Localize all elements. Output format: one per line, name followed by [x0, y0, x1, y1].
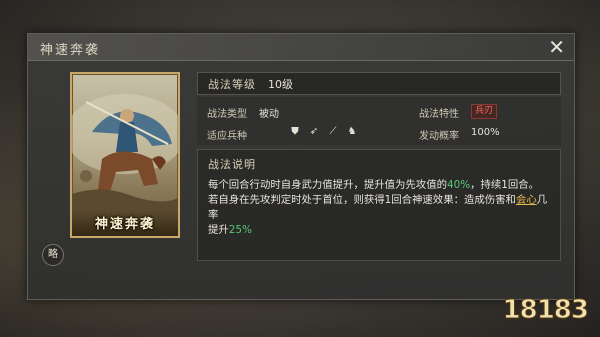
- spear-icon: ⟋: [329, 126, 337, 137]
- skill-card: 神速奔袭: [70, 72, 180, 238]
- description-line-2: 若自身在先攻判定时处于首位，则获得1回合神速效果：造成伤害和会心几率: [208, 193, 552, 223]
- bow-icon: ➶: [309, 126, 319, 137]
- watermark-logo: 18183: [502, 295, 589, 326]
- close-icon[interactable]: ✕: [548, 36, 565, 58]
- dialog-titlebar: 神速奔袭 ✕: [28, 34, 574, 61]
- attributes-panel: 战法类型 被动 战法特性 兵刃 适应兵种 ⛊ ➶ ⟋ ♞ 发动概率 100%: [197, 97, 561, 145]
- level-label: 战法等级: [208, 78, 256, 91]
- dialog-title: 神速奔袭: [40, 43, 101, 58]
- level-row: 战法等级 10级: [197, 72, 561, 95]
- description-panel: 战法说明 每个回合行动时自身武力值提升，提升值为先攻值的40%，持续1回合。 若…: [197, 149, 561, 261]
- desc-text: 每个回合行动时自身武力值提升，提升值为先攻值的: [208, 179, 447, 191]
- troops-label: 适应兵种: [207, 131, 247, 142]
- desc-highlight-pct: 25%: [228, 224, 252, 236]
- rate-label: 发动概率: [419, 131, 459, 142]
- level-value: 10级: [268, 78, 293, 91]
- trait-badge: 兵刃: [471, 104, 498, 119]
- card-name: 神速奔袭: [94, 217, 155, 232]
- watermark-text: 18183: [502, 295, 589, 326]
- skill-info: 战法等级 10级 战法类型 被动 战法特性 兵刃 适应兵种 ⛊ ➶ ⟋ ♞ 发动…: [197, 72, 561, 261]
- critical-link[interactable]: 会心: [516, 194, 537, 206]
- description-header: 战法说明: [208, 158, 256, 171]
- skill-dialog: 神速奔袭 ✕ 神速奔袭 略 战法等级 10级 战法类型 被动 战法特性 兵刃 适…: [27, 33, 575, 300]
- rate-value: 100%: [471, 127, 500, 138]
- type-value: 被动: [259, 109, 279, 120]
- shield-icon: ⛊: [291, 126, 299, 137]
- desc-highlight-pct: 40%: [446, 179, 471, 191]
- description-line-1: 每个回合行动时自身武力值提升，提升值为先攻值的40%，持续1回合。: [208, 178, 552, 193]
- description-body: 每个回合行动时自身武力值提升，提升值为先攻值的40%，持续1回合。 若自身在先攻…: [208, 178, 552, 238]
- desc-text: 提升: [208, 224, 229, 236]
- brief-button[interactable]: 略: [42, 244, 64, 266]
- desc-text: ，持续1回合。: [470, 179, 540, 191]
- description-line-3: 提升25%: [208, 223, 552, 238]
- horse-icon: ♞: [347, 126, 357, 137]
- desc-text: 若自身在先攻判定时处于首位，则获得1回合神速效果：造成伤害和: [208, 194, 516, 206]
- trait-label: 战法特性: [419, 109, 459, 120]
- troop-icons: ⛊ ➶ ⟋ ♞: [289, 126, 358, 138]
- type-label: 战法类型: [207, 109, 247, 120]
